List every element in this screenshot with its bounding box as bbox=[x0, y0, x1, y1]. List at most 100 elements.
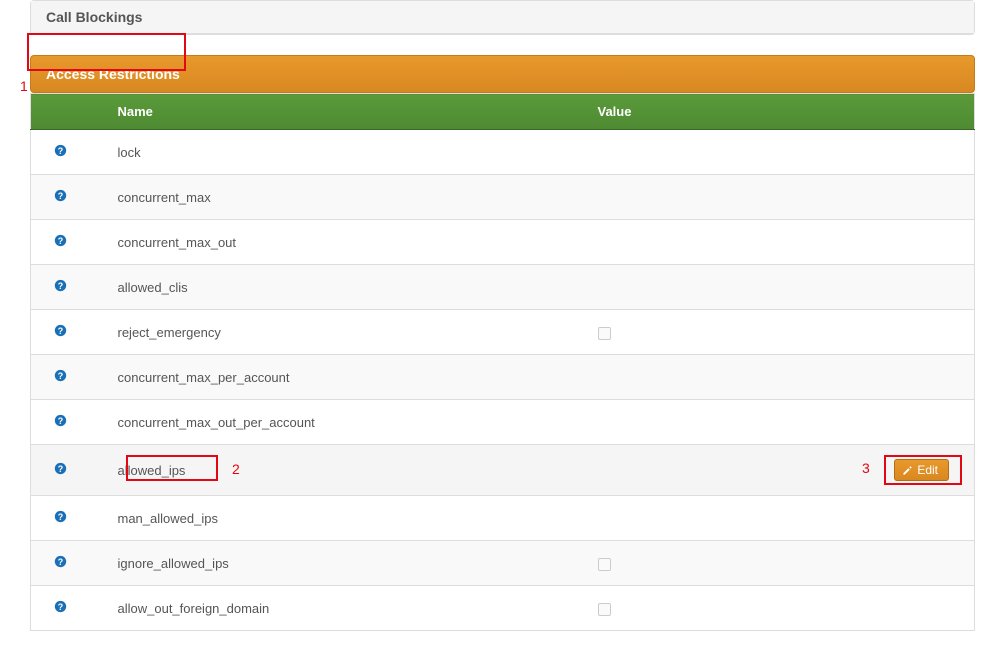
help-icon[interactable]: ? bbox=[53, 324, 67, 338]
svg-text:?: ? bbox=[57, 512, 62, 522]
value-cell bbox=[586, 541, 716, 586]
svg-text:?: ? bbox=[57, 236, 62, 246]
help-cell: ? bbox=[31, 310, 106, 355]
row-name: allowed_clis bbox=[118, 280, 188, 295]
name-cell: allowed_ips bbox=[106, 445, 586, 496]
help-cell: ? bbox=[31, 586, 106, 631]
access-restrictions-bar[interactable]: Access Restrictions bbox=[30, 55, 975, 93]
help-icon[interactable]: ? bbox=[53, 600, 67, 614]
call-blockings-heading: Call Blockings bbox=[31, 1, 974, 34]
actions-cell bbox=[716, 541, 975, 586]
help-cell: ? bbox=[31, 220, 106, 265]
actions-cell bbox=[716, 175, 975, 220]
row-name: allowed_ips bbox=[118, 463, 186, 478]
col-actions-header bbox=[716, 94, 975, 130]
svg-text:?: ? bbox=[57, 416, 62, 426]
call-blockings-panel: Call Blockings bbox=[30, 0, 975, 35]
table-row[interactable]: ? allowed_ips Edit bbox=[31, 445, 975, 496]
help-cell: ? bbox=[31, 265, 106, 310]
value-cell bbox=[586, 265, 716, 310]
table-row[interactable]: ? man_allowed_ips bbox=[31, 496, 975, 541]
table-row[interactable]: ? concurrent_max_out bbox=[31, 220, 975, 265]
help-cell: ? bbox=[31, 541, 106, 586]
help-icon[interactable]: ? bbox=[53, 462, 67, 476]
help-cell: ? bbox=[31, 175, 106, 220]
actions-cell bbox=[716, 586, 975, 631]
name-cell: allow_out_foreign_domain bbox=[106, 586, 586, 631]
help-icon[interactable]: ? bbox=[53, 369, 67, 383]
help-icon[interactable]: ? bbox=[53, 414, 67, 428]
table-row[interactable]: ? allow_out_foreign_domain bbox=[31, 586, 975, 631]
actions-cell bbox=[716, 355, 975, 400]
value-cell bbox=[586, 586, 716, 631]
value-cell bbox=[586, 400, 716, 445]
svg-text:?: ? bbox=[57, 464, 62, 474]
value-cell bbox=[586, 175, 716, 220]
value-cell bbox=[586, 310, 716, 355]
help-cell: ? bbox=[31, 355, 106, 400]
row-name: concurrent_max bbox=[118, 190, 211, 205]
name-cell: allowed_clis bbox=[106, 265, 586, 310]
table-row[interactable]: ? concurrent_max_per_account bbox=[31, 355, 975, 400]
row-name: ignore_allowed_ips bbox=[118, 556, 229, 571]
value-cell bbox=[586, 496, 716, 541]
help-cell: ? bbox=[31, 445, 106, 496]
actions-cell bbox=[716, 496, 975, 541]
help-icon[interactable]: ? bbox=[53, 234, 67, 248]
col-value-header: Value bbox=[586, 94, 716, 130]
svg-text:?: ? bbox=[57, 602, 62, 612]
col-name-label: Name bbox=[118, 104, 153, 119]
access-restrictions-table-container: Name Value ? lock? concurrent_max? concurre… bbox=[30, 93, 975, 631]
row-name: concurrent_max_per_account bbox=[118, 370, 290, 385]
help-cell: ? bbox=[31, 130, 106, 175]
help-icon[interactable]: ? bbox=[53, 189, 67, 203]
name-cell: concurrent_max_out_per_account bbox=[106, 400, 586, 445]
table-row[interactable]: ? ignore_allowed_ips bbox=[31, 541, 975, 586]
actions-cell: Edit bbox=[716, 445, 975, 496]
col-help-header bbox=[31, 94, 106, 130]
edit-icon bbox=[902, 465, 913, 476]
value-cell bbox=[586, 130, 716, 175]
table-row[interactable]: ? lock bbox=[31, 130, 975, 175]
help-icon[interactable]: ? bbox=[53, 510, 67, 524]
name-cell: concurrent_max bbox=[106, 175, 586, 220]
name-cell: concurrent_max_out bbox=[106, 220, 586, 265]
table-row[interactable]: ? concurrent_max bbox=[31, 175, 975, 220]
checkbox-indicator bbox=[598, 327, 611, 340]
table-row[interactable]: ? allowed_clis bbox=[31, 265, 975, 310]
access-restrictions-title: Access Restrictions bbox=[46, 66, 180, 82]
svg-text:?: ? bbox=[57, 191, 62, 201]
col-value-label: Value bbox=[598, 104, 632, 119]
actions-cell bbox=[716, 265, 975, 310]
col-name-header: Name bbox=[106, 94, 586, 130]
svg-text:?: ? bbox=[57, 146, 62, 156]
name-cell: man_allowed_ips bbox=[106, 496, 586, 541]
row-name: concurrent_max_out bbox=[118, 235, 237, 250]
table-row[interactable]: ? reject_emergency bbox=[31, 310, 975, 355]
name-cell: lock bbox=[106, 130, 586, 175]
svg-text:?: ? bbox=[57, 557, 62, 567]
row-name: concurrent_max_out_per_account bbox=[118, 415, 315, 430]
actions-cell bbox=[716, 130, 975, 175]
actions-cell bbox=[716, 310, 975, 355]
svg-text:?: ? bbox=[57, 281, 62, 291]
actions-cell bbox=[716, 220, 975, 265]
name-cell: concurrent_max_per_account bbox=[106, 355, 586, 400]
name-cell: reject_emergency bbox=[106, 310, 586, 355]
help-cell: ? bbox=[31, 400, 106, 445]
edit-button[interactable]: Edit bbox=[894, 459, 949, 481]
edit-button-label: Edit bbox=[917, 463, 938, 477]
value-cell bbox=[586, 220, 716, 265]
access-restrictions-table: Name Value ? lock? concurrent_max? concurre… bbox=[30, 93, 975, 631]
row-name: reject_emergency bbox=[118, 325, 221, 340]
svg-text:?: ? bbox=[57, 371, 62, 381]
call-blockings-title: Call Blockings bbox=[46, 9, 142, 25]
help-icon[interactable]: ? bbox=[53, 279, 67, 293]
help-icon[interactable]: ? bbox=[53, 144, 67, 158]
svg-text:?: ? bbox=[57, 326, 62, 336]
annotation-num-1: 1 bbox=[20, 78, 28, 94]
table-row[interactable]: ? concurrent_max_out_per_account bbox=[31, 400, 975, 445]
name-cell: ignore_allowed_ips bbox=[106, 541, 586, 586]
actions-cell bbox=[716, 400, 975, 445]
help-icon[interactable]: ? bbox=[53, 555, 67, 569]
